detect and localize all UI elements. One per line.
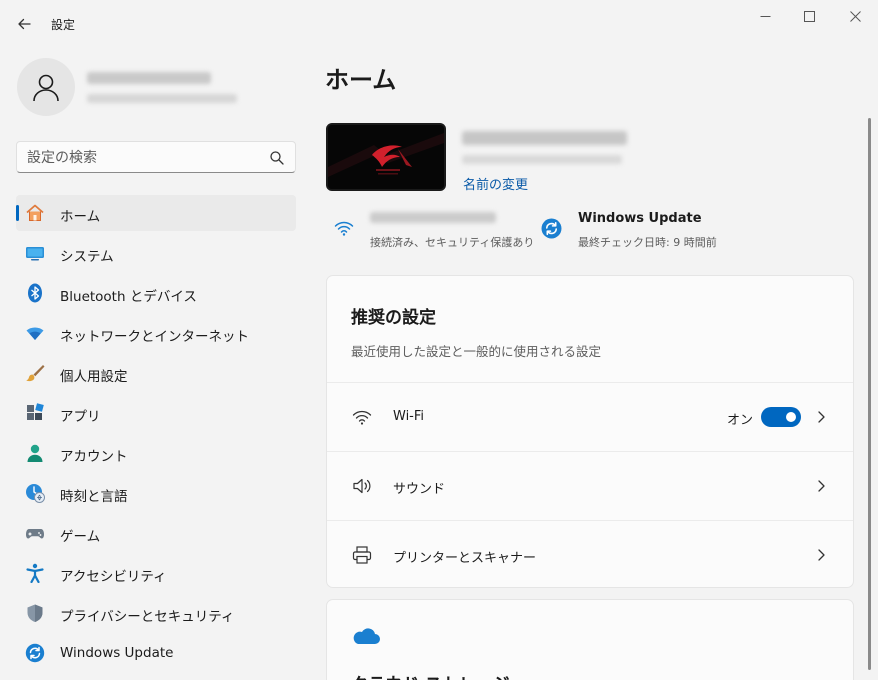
sidebar-item-label: Windows Update [60, 645, 174, 661]
printer-icon [352, 546, 372, 564]
card-title: 推奨の設定 [351, 308, 436, 328]
sidebar-item-accounts[interactable]: アカウント [16, 435, 296, 471]
recommended-settings-card: 推奨の設定 最近使用した設定と一般的に使用される設定 Wi-Fi オン サウンド [326, 275, 854, 588]
user-email-redacted [87, 94, 237, 103]
recommended-row-wifi[interactable]: Wi-Fi オン [327, 382, 853, 451]
sidebar-item-accessibility[interactable]: アクセシビリティ [16, 555, 296, 591]
gaming-icon [26, 529, 44, 539]
search-input[interactable] [27, 148, 257, 168]
sidebar-item-privacy-security[interactable]: プライバシーとセキュリティ [16, 595, 296, 631]
back-button[interactable] [10, 10, 38, 38]
scrollbar[interactable] [868, 118, 871, 670]
accessibility-icon [26, 563, 44, 583]
sidebar-item-label: 個人用設定 [60, 369, 128, 385]
device-thumbnail[interactable] [326, 123, 446, 191]
wifi-status-icon [334, 221, 354, 236]
apps-icon [27, 403, 44, 420]
sidebar-item-label: ゲーム [60, 529, 101, 545]
sidebar-item-home[interactable]: ホーム [16, 195, 296, 231]
search-box[interactable] [16, 141, 296, 173]
sidebar-item-label: アクセシビリティ [60, 569, 167, 585]
wifi-toggle[interactable] [761, 407, 801, 427]
sidebar-item-apps[interactable]: アプリ [16, 395, 296, 431]
user-name-redacted [87, 72, 211, 84]
close-icon [849, 10, 861, 22]
sidebar-item-system[interactable]: システム [16, 235, 296, 271]
user-icon [33, 74, 59, 102]
avatar[interactable] [17, 58, 75, 116]
sidebar-item-label: プライバシーとセキュリティ [60, 609, 235, 625]
sidebar-item-label: アプリ [60, 409, 101, 425]
chevron-right-icon[interactable] [815, 548, 827, 562]
network-status: 接続済み、セキュリティ保護あり [370, 236, 535, 249]
network-icon [26, 327, 44, 340]
wifi-icon [352, 410, 372, 425]
device-name-redacted [462, 131, 627, 145]
active-indicator [16, 205, 19, 221]
sidebar-item-label: 時刻と言語 [60, 489, 128, 505]
time-language-icon [26, 484, 45, 503]
recommended-row-printers[interactable]: プリンターとスキャナー [327, 520, 853, 587]
bluetooth-icon [28, 283, 42, 303]
cloud-icon [353, 628, 380, 644]
minimize-icon [760, 15, 770, 17]
system-icon [26, 247, 44, 261]
account-icon [27, 444, 43, 462]
speaker-icon [353, 478, 371, 494]
toggle-knob [786, 412, 796, 422]
row-label: プリンターとスキャナー [393, 551, 537, 566]
maximize-button[interactable] [788, 0, 830, 32]
windows-update-status-icon [541, 218, 562, 239]
device-model-redacted [462, 155, 622, 164]
network-name-redacted [370, 212, 496, 223]
row-label: Wi-Fi [393, 409, 425, 424]
card-title: クラウド ストレージ [351, 670, 510, 680]
shield-icon [27, 604, 43, 622]
sidebar-item-windows-update[interactable]: Windows Update [16, 635, 296, 671]
sidebar-item-label: ネットワークとインターネット [60, 329, 249, 345]
windows-update-icon [25, 643, 45, 663]
chevron-right-icon[interactable] [815, 479, 827, 493]
sidebar-item-time-language[interactable]: 時刻と言語 [16, 475, 296, 511]
sidebar-item-gaming[interactable]: ゲーム [16, 515, 296, 551]
card-subtitle: 最近使用した設定と一般的に使用される設定 [351, 344, 602, 359]
minimize-button[interactable] [744, 0, 786, 32]
chevron-right-icon[interactable] [815, 410, 827, 424]
search-icon[interactable] [269, 150, 285, 166]
row-label: サウンド [393, 482, 446, 497]
rog-wallpaper-icon [328, 125, 444, 189]
app-title: 設定 [51, 18, 76, 32]
sidebar-item-label: Bluetooth とデバイス [60, 289, 197, 305]
windows-update-status: 最終チェック日時: 9 時間前 [578, 236, 717, 249]
maximize-icon [803, 10, 815, 22]
cloud-storage-card: クラウド ストレージ [326, 599, 854, 680]
brush-icon [26, 365, 45, 382]
sidebar-item-network[interactable]: ネットワークとインターネット [16, 315, 296, 351]
close-button[interactable] [834, 0, 876, 32]
back-arrow-icon [18, 18, 31, 30]
windows-update-title[interactable]: Windows Update [578, 211, 702, 226]
sidebar-item-label: ホーム [60, 209, 101, 225]
sidebar-item-personalization[interactable]: 個人用設定 [16, 355, 296, 391]
sidebar-item-bluetooth[interactable]: Bluetooth とデバイス [16, 275, 296, 311]
home-icon [26, 204, 44, 221]
title-bar: 設定 [0, 0, 878, 44]
sidebar-item-label: アカウント [60, 449, 128, 465]
rename-link[interactable]: 名前の変更 [463, 174, 528, 193]
toggle-state-label: オン [727, 413, 754, 428]
recommended-row-sound[interactable]: サウンド [327, 451, 853, 520]
sidebar-item-label: システム [60, 249, 114, 265]
page-title: ホーム [325, 66, 397, 94]
